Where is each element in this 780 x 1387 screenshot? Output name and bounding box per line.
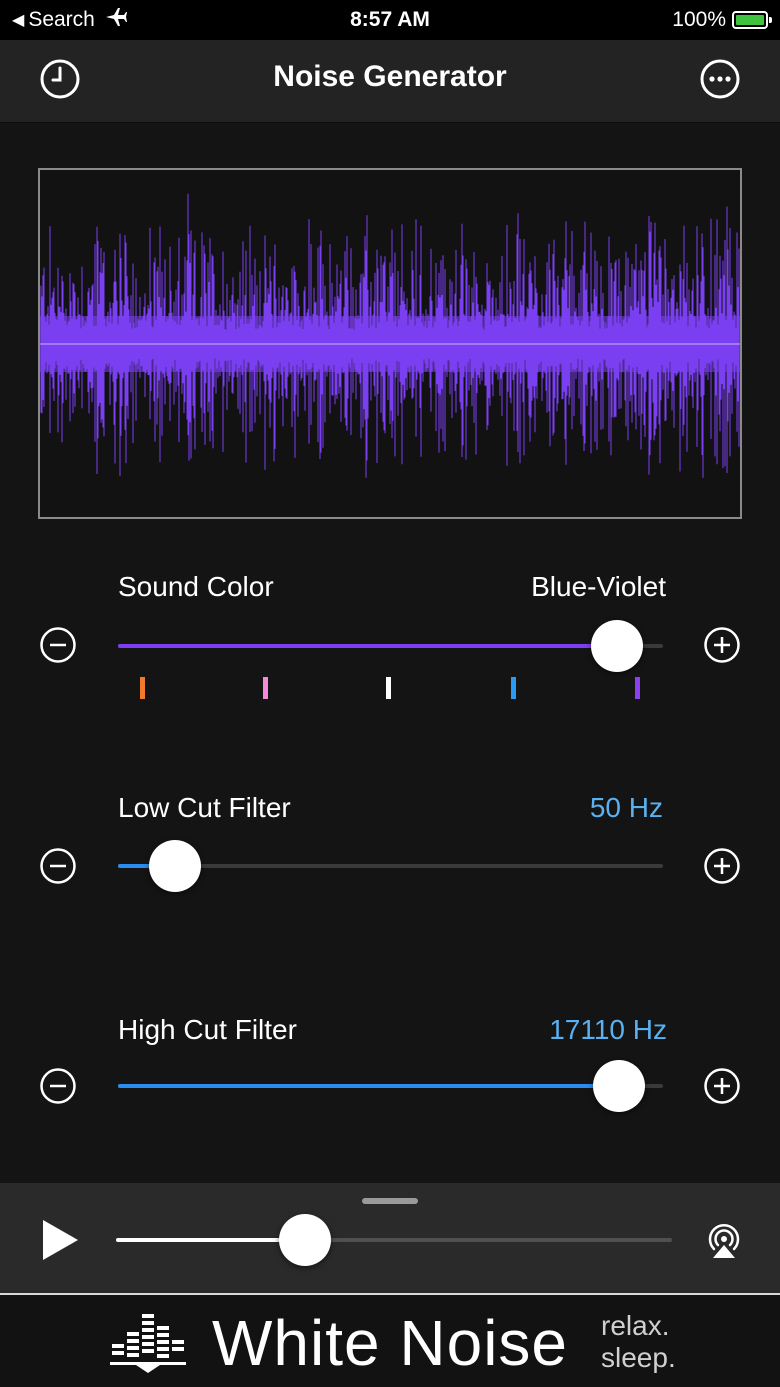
battery-percent: 100% — [672, 8, 726, 31]
player-drag-handle[interactable] — [362, 1198, 418, 1204]
high-cut-slider-track[interactable] — [118, 1084, 663, 1088]
low-cut-label: Low Cut Filter — [118, 792, 291, 823]
sound-color-tick-brown — [140, 677, 145, 699]
play-button[interactable] — [40, 1218, 82, 1262]
volume-slider-track[interactable] — [116, 1238, 672, 1242]
waveform-graphic — [40, 193, 740, 478]
high-cut-increase-button[interactable] — [703, 1067, 741, 1105]
banner-tagline-relax: relax. — [601, 1310, 670, 1341]
waveform-display — [38, 168, 742, 519]
plus-circle-icon — [704, 627, 740, 663]
sound-color-slider-track[interactable] — [118, 644, 663, 648]
sound-color-decrease-button[interactable] — [39, 626, 77, 664]
minus-circle-icon — [40, 627, 76, 663]
history-button[interactable] — [39, 58, 81, 100]
page-title: Noise Generator — [273, 60, 507, 93]
low-cut-increase-button[interactable] — [703, 847, 741, 885]
battery-icon — [732, 11, 772, 29]
plus-circle-icon — [704, 1068, 740, 1104]
sound-color-slider-fill — [118, 644, 617, 648]
volume-slider-thumb[interactable] — [279, 1214, 332, 1266]
high-cut-slider-fill — [118, 1084, 620, 1088]
more-ellipsis-icon — [700, 59, 740, 99]
high-cut-slider-thumb[interactable] — [593, 1060, 646, 1112]
plus-circle-icon — [704, 848, 740, 884]
sound-color-slider-thumb[interactable] — [590, 620, 643, 672]
airplay-button[interactable] — [703, 1218, 745, 1260]
low-cut-decrease-button[interactable] — [39, 847, 77, 885]
status-battery: 100% — [672, 8, 772, 32]
high-cut-value: 17110 Hz — [549, 1014, 667, 1045]
sound-color-tick-white — [386, 677, 391, 699]
status-time: 8:57 AM — [350, 8, 430, 31]
minus-circle-icon — [40, 848, 76, 884]
more-options-button[interactable] — [699, 58, 741, 100]
sound-color-tick-violet — [635, 677, 640, 699]
volume-slider-fill — [116, 1238, 306, 1242]
low-cut-value: 50 Hz — [589, 792, 663, 823]
banner-title: White Noise — [212, 1307, 568, 1379]
sound-color-tick-blue — [511, 677, 516, 699]
minus-circle-icon — [40, 1068, 76, 1104]
high-cut-decrease-button[interactable] — [39, 1067, 77, 1105]
sound-color-increase-button[interactable] — [703, 626, 741, 664]
banner-tagline-sleep: sleep. — [601, 1342, 676, 1373]
high-cut-label: High Cut Filter — [118, 1014, 297, 1045]
sound-color-tick-pink — [263, 677, 268, 699]
history-clock-icon — [40, 59, 80, 99]
low-cut-slider-thumb[interactable] — [149, 840, 202, 892]
play-icon — [43, 1220, 78, 1260]
sound-color-value: Blue-Violet — [531, 571, 666, 602]
airplay-icon — [708, 1223, 740, 1258]
white-noise-logo-icon — [108, 1310, 188, 1374]
sound-color-label: Sound Color — [118, 571, 274, 602]
